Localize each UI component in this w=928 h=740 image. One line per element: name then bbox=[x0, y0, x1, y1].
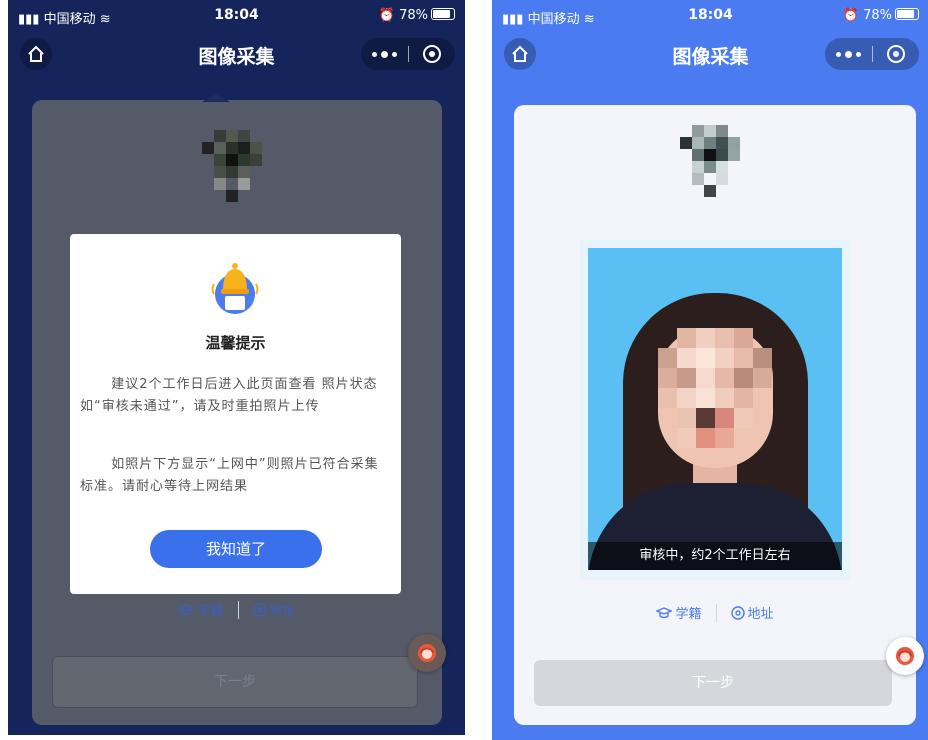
more-button[interactable] bbox=[825, 38, 871, 70]
customer-service-button[interactable] bbox=[886, 637, 924, 675]
mini-program-capsule bbox=[825, 38, 919, 70]
school-link[interactable]: 学籍 bbox=[656, 603, 702, 622]
battery-percent: 78% bbox=[399, 8, 428, 23]
status-bar: ▮▮▮ 中国移动 ≋ 18:04 ⏰ 78% bbox=[492, 0, 928, 30]
alarm-icon: ⏰ bbox=[378, 8, 395, 23]
info-row: 学籍 地址 bbox=[514, 603, 916, 622]
location-icon bbox=[730, 605, 745, 620]
location-icon bbox=[252, 602, 267, 617]
address-link[interactable]: 地址 bbox=[730, 603, 774, 622]
address-link[interactable]: 地址 bbox=[252, 600, 296, 619]
bell-icon bbox=[211, 263, 259, 314]
mini-program-capsule bbox=[361, 38, 455, 70]
id-photo-frame: 审核中，约2个工作日左右 bbox=[580, 240, 850, 580]
close-button[interactable] bbox=[887, 45, 905, 63]
left-phone-screen: ▮▮▮ 中国移动 ≋ 18:04 ⏰ 78% 图像采集 学籍 地址 下一步 温馨… bbox=[8, 0, 465, 735]
status-bar: ▮▮▮ 中国移动 ≋ 18:04 ⏰ 78% bbox=[8, 0, 465, 30]
graduation-cap-icon bbox=[656, 606, 673, 618]
nav-bar: 图像采集 bbox=[8, 30, 465, 78]
photo-status-caption: 审核中，约2个工作日左右 bbox=[588, 542, 842, 570]
alarm-icon: ⏰ bbox=[842, 8, 859, 23]
nav-bar: 图像采集 bbox=[492, 30, 928, 78]
modal-paragraph-1: 建议2个工作日后进入此页面查看 照片状态如“审核未通过”，请及时重拍照片上传 bbox=[80, 377, 378, 414]
next-button[interactable]: 下一步 bbox=[52, 656, 418, 708]
info-row: 学籍 地址 bbox=[32, 600, 442, 619]
right-phone-screen: ▮▮▮ 中国移动 ≋ 18:04 ⏰ 78% 图像采集 审核中，约2个工作日左右 bbox=[492, 0, 928, 740]
avatar bbox=[680, 125, 752, 197]
graduation-cap-icon bbox=[178, 603, 195, 615]
capture-card: 审核中，约2个工作日左右 学籍 地址 下一步 bbox=[514, 105, 916, 725]
battery-percent: 78% bbox=[863, 8, 892, 23]
customer-service-icon bbox=[896, 647, 914, 665]
more-button[interactable] bbox=[361, 38, 407, 70]
next-button[interactable]: 下一步 bbox=[534, 660, 892, 706]
id-photo: 审核中，约2个工作日左右 bbox=[588, 248, 842, 570]
customer-service-button[interactable] bbox=[408, 634, 446, 672]
modal-title: 温馨提示 bbox=[205, 334, 266, 352]
confirm-button[interactable]: 我知道了 bbox=[150, 530, 322, 568]
customer-service-icon bbox=[418, 644, 436, 662]
battery-icon bbox=[895, 8, 919, 20]
school-link[interactable]: 学籍 bbox=[178, 600, 224, 619]
tip-modal: 温馨提示 建议2个工作日后进入此页面查看 照片状态如“审核未通过”，请及时重拍照… bbox=[70, 234, 401, 594]
avatar bbox=[202, 130, 274, 202]
close-button[interactable] bbox=[423, 45, 441, 63]
modal-paragraph-2: 如照片下方显示“上网中”则照片已符合采集标准。请耐心等待上网结果 bbox=[80, 457, 379, 494]
battery-icon bbox=[431, 8, 455, 20]
